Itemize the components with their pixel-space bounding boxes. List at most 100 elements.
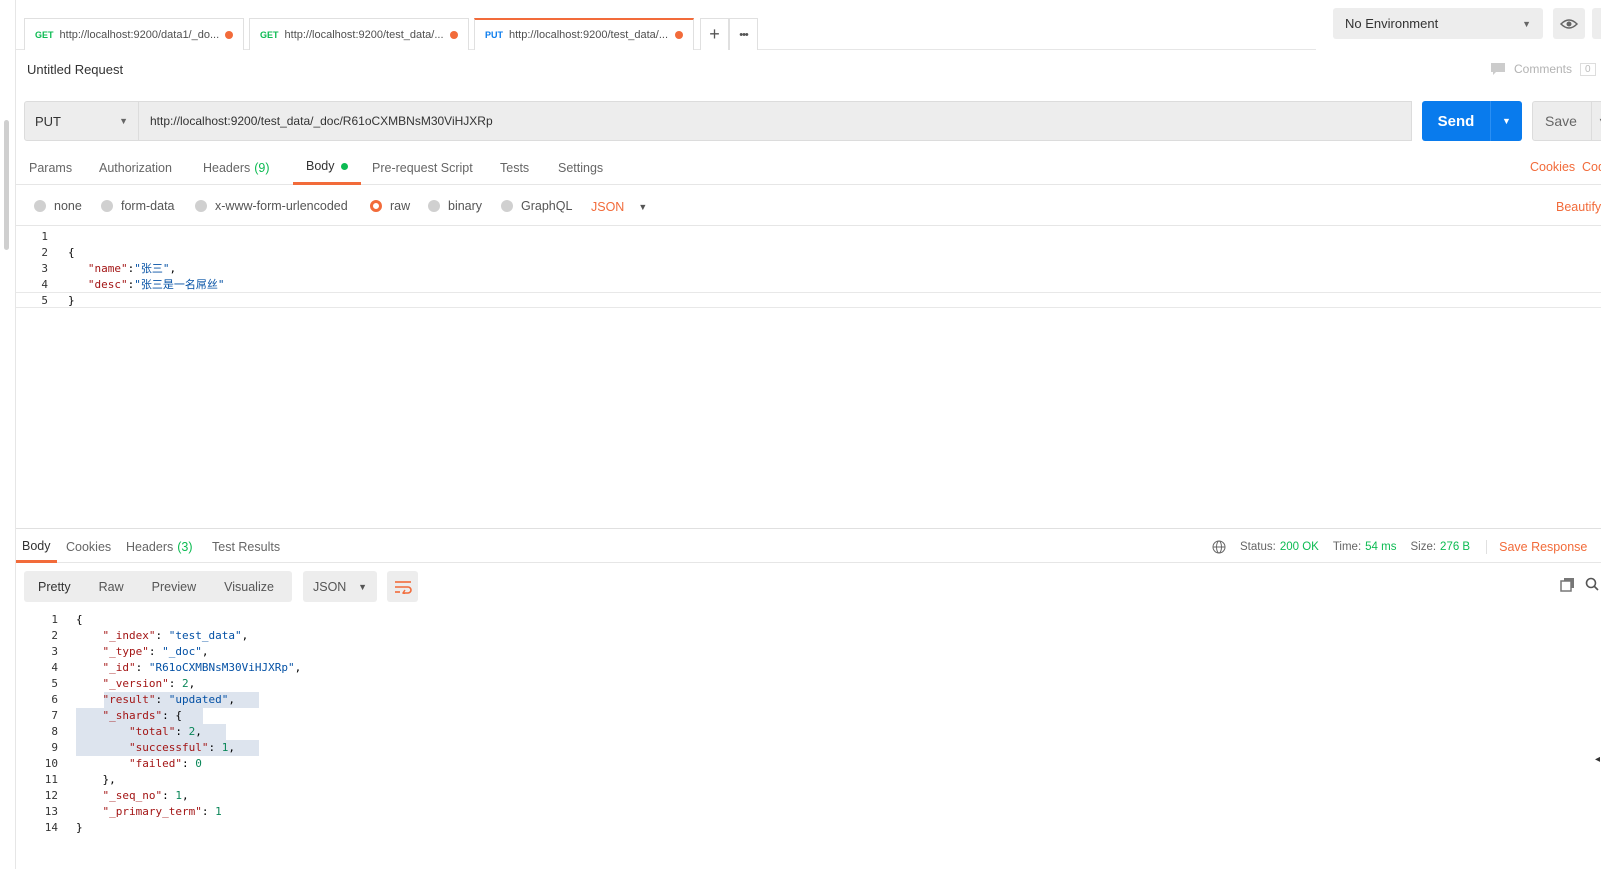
line-number: 12 xyxy=(44,789,58,802)
radio-circle xyxy=(501,200,513,212)
radio-raw[interactable]: raw xyxy=(370,199,410,213)
body-format-select[interactable]: JSON ▼ xyxy=(591,200,647,214)
line-number: 1 xyxy=(51,613,58,626)
request-tab-3[interactable]: PUT http://localhost:9200/test_data/... xyxy=(474,18,694,50)
tab-label: Tests xyxy=(500,160,530,175)
copy-icon[interactable] xyxy=(1560,577,1575,595)
view-visualize[interactable]: Visualize xyxy=(210,580,288,594)
status: Status: 200 OK xyxy=(1240,541,1319,553)
chevron-down-icon: ▼ xyxy=(358,581,367,592)
brace: { xyxy=(68,245,75,259)
tab-prerequest-script[interactable]: Pre-request Script xyxy=(359,150,486,185)
tab-authorization[interactable]: Authorization xyxy=(86,150,185,185)
radio-label: raw xyxy=(390,199,411,213)
save-button[interactable]: Save ▼ xyxy=(1532,101,1601,141)
code-line: "_shards": { xyxy=(102,709,182,722)
new-tab-button[interactable]: + xyxy=(700,18,729,50)
code-line: } xyxy=(68,294,75,307)
view-raw[interactable]: Raw xyxy=(85,580,138,594)
pane-splitter[interactable] xyxy=(16,528,1601,529)
request-tab-2[interactable]: GET http://localhost:9200/test_data/... xyxy=(249,18,469,50)
tab-label: Headers xyxy=(203,160,251,175)
settings-button[interactable] xyxy=(1592,8,1601,39)
time: Time: 54 ms xyxy=(1333,541,1397,553)
tab-label: Body xyxy=(22,538,51,553)
request-tab-1[interactable]: GET http://localhost:9200/data1/_do... xyxy=(24,18,244,50)
view-preview[interactable]: Preview xyxy=(138,580,210,594)
radio-urlencoded[interactable]: x-www-form-urlencoded xyxy=(195,199,348,213)
unsaved-dot-icon xyxy=(225,30,233,39)
scroll-marker-icon: ◂ xyxy=(1595,754,1601,765)
code-line: "_primary_term": 1 xyxy=(102,805,222,818)
tab-label: Settings xyxy=(558,160,604,175)
tab-method: GET xyxy=(260,29,279,40)
environment-select[interactable]: No Environment ▼ xyxy=(1333,8,1543,39)
line-number: 10 xyxy=(44,757,58,770)
line-number: 5 xyxy=(41,293,48,307)
response-format-select[interactable]: JSON ▼ xyxy=(303,571,377,602)
environment-quick-look-button[interactable] xyxy=(1553,8,1585,39)
radio-graphql[interactable]: GraphQL xyxy=(501,199,572,213)
globe-icon[interactable] xyxy=(1212,540,1226,554)
tab-method: PUT xyxy=(485,30,503,40)
method-select[interactable]: PUT ▼ xyxy=(24,101,139,141)
left-scrollbar[interactable] xyxy=(4,120,9,250)
code-line: "_version": 2, xyxy=(102,677,196,690)
resp-tab-test-results[interactable]: Test Results xyxy=(206,531,286,563)
code-link[interactable]: Code xyxy=(1582,160,1601,174)
tab-tests[interactable]: Tests xyxy=(487,150,542,185)
postman-window: { "tabs": [ {"method": "GET", "url": "ht… xyxy=(0,0,1601,869)
code-line: "_id": "R61oCXMBNsM30ViHJXRp", xyxy=(102,661,302,674)
radio-circle xyxy=(34,200,46,212)
resp-tab-headers[interactable]: Headers (3) xyxy=(120,531,199,563)
tab-label: Test Results xyxy=(212,540,281,554)
radio-binary[interactable]: binary xyxy=(428,199,482,213)
search-icon[interactable] xyxy=(1585,577,1599,594)
request-body-editor[interactable]: 1 2 { 3 "name":"张三", 4 "desc":"张三是一名屌丝" 5… xyxy=(16,228,1601,528)
radio-label: binary xyxy=(448,199,483,213)
tab-settings[interactable]: Settings xyxy=(545,150,616,185)
tab-body[interactable]: Body xyxy=(293,150,361,185)
json-value: "_doc" xyxy=(162,645,202,658)
line-number: 4 xyxy=(41,277,48,291)
url-input[interactable]: http://localhost:9200/test_data/_doc/R61… xyxy=(139,101,1412,141)
code-line: }, xyxy=(76,773,116,786)
format-label: JSON xyxy=(591,200,625,214)
line-number: 6 xyxy=(51,693,58,706)
size-value[interactable]: 276 B xyxy=(1440,541,1470,553)
save-response-button[interactable]: Save Response xyxy=(1486,540,1587,554)
line-number: 1 xyxy=(41,229,48,243)
chevron-down-icon[interactable]: ▼ xyxy=(1490,101,1522,141)
response-meta: Status: 200 OK Time: 54 ms Size: 276 B Save… xyxy=(1212,540,1587,554)
request-title[interactable]: Untitled Request xyxy=(27,62,123,77)
json-key: "result" xyxy=(102,693,156,706)
radio-label: GraphQL xyxy=(521,199,573,213)
json-value: 1 xyxy=(221,741,229,754)
wrap-lines-button[interactable] xyxy=(387,571,418,602)
tab-options-button[interactable]: ••• xyxy=(729,18,758,50)
resp-tab-cookies[interactable]: Cookies xyxy=(60,531,117,563)
radio-form-data[interactable]: form-data xyxy=(101,199,175,213)
chevron-down-icon[interactable]: ▼ xyxy=(1590,101,1601,141)
view-pretty[interactable]: Pretty xyxy=(24,580,85,594)
json-value: "updated" xyxy=(168,693,229,706)
radio-circle-selected xyxy=(370,200,382,212)
cookies-link[interactable]: Cookies xyxy=(1530,160,1575,174)
beautify-link[interactable]: Beautify xyxy=(1556,200,1601,214)
radio-none[interactable]: none xyxy=(34,199,82,213)
code-line: "successful": 1, xyxy=(128,741,235,754)
tab-params[interactable]: Params xyxy=(16,150,85,185)
comments-button[interactable]: Comments 0 xyxy=(1490,62,1596,76)
eye-icon xyxy=(1560,18,1578,29)
status-value[interactable]: 200 OK xyxy=(1280,541,1319,553)
time-value[interactable]: 54 ms xyxy=(1365,541,1396,553)
code-line: "total": 2, xyxy=(128,725,202,738)
radio-label: x-www-form-urlencoded xyxy=(215,199,348,213)
radio-circle xyxy=(195,200,207,212)
resp-tab-body[interactable]: Body xyxy=(16,531,57,563)
tab-headers[interactable]: Headers (9) xyxy=(190,150,283,185)
tab-label: Cookies xyxy=(66,540,112,554)
send-button[interactable]: Send ▼ xyxy=(1422,101,1522,141)
json-key: "_version" xyxy=(102,677,169,690)
json-value: 0 xyxy=(195,757,202,770)
